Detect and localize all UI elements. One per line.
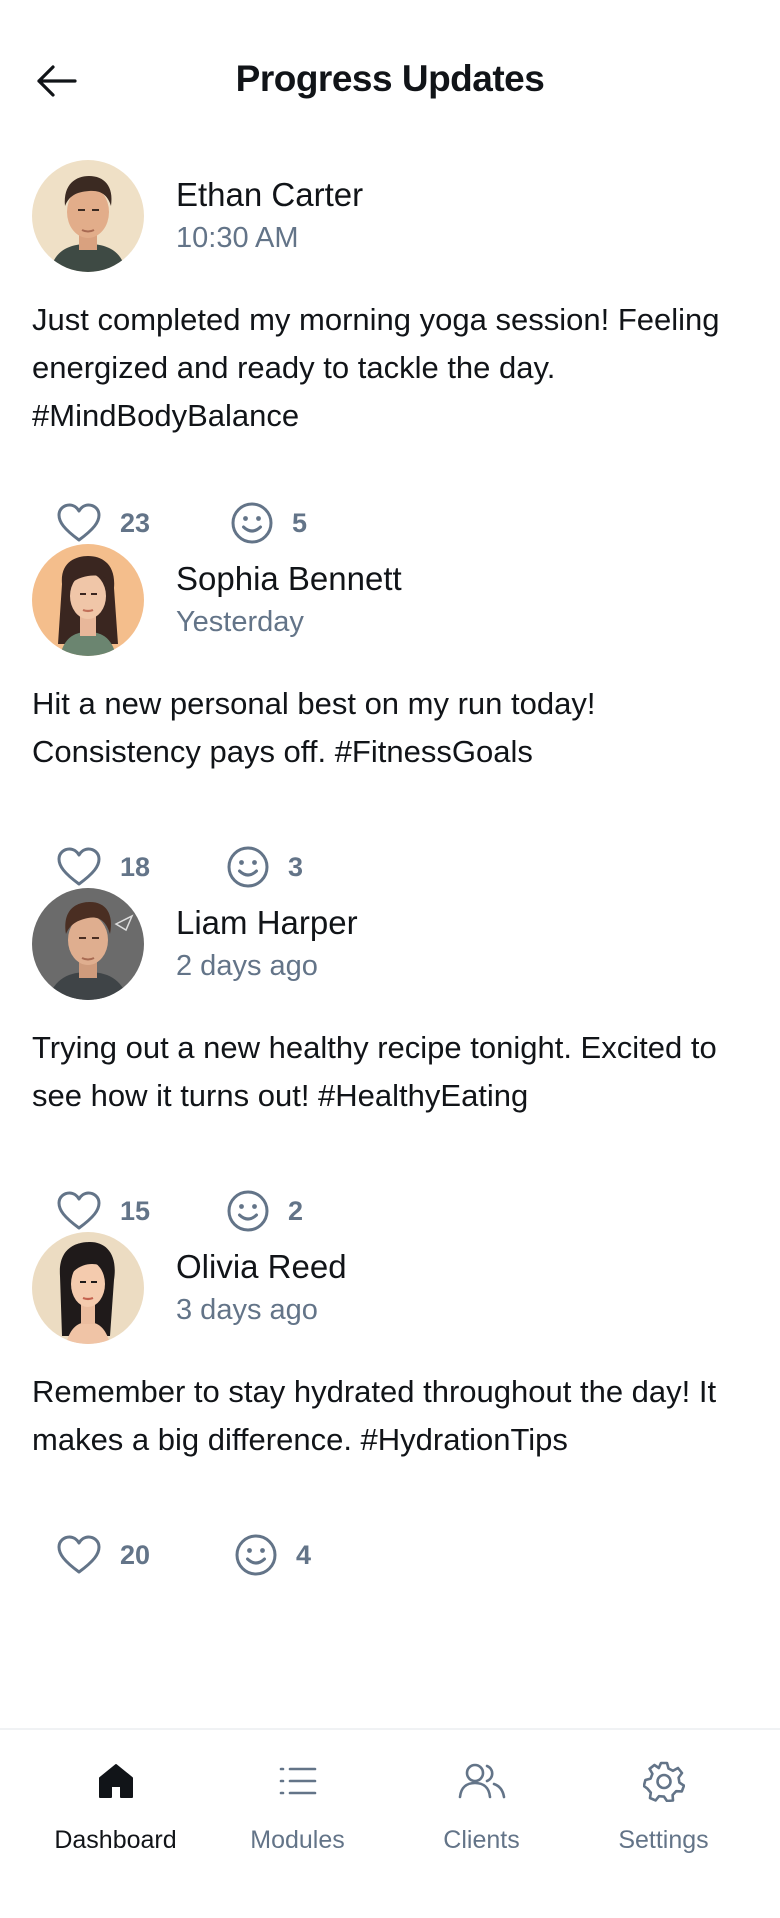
post-time: 3 days ago [176, 1294, 318, 1326]
post-text: Remember to stay hydrated throughout the… [32, 1374, 717, 1457]
react-button[interactable]: 2 [226, 1189, 303, 1233]
reaction-count: 2 [288, 1195, 304, 1226]
heart-icon [57, 503, 101, 542]
list-icon [279, 1767, 316, 1795]
post-text: Just completed my morning yoga session! … [32, 302, 720, 433]
post-card: Sophia Bennett Yesterday Hit a new perso… [0, 544, 780, 928]
post-text: Hit a new personal best on my run today!… [32, 686, 596, 769]
nav-label: Clients [443, 1826, 520, 1854]
author-name[interactable]: Olivia Reed [176, 1248, 347, 1286]
users-icon [458, 1763, 505, 1799]
author-name[interactable]: Ethan Carter [176, 176, 363, 214]
post-time: 2 days ago [176, 950, 318, 982]
reaction-count: 5 [292, 507, 308, 538]
like-count: 15 [120, 1195, 151, 1226]
top-bar: Progress Updates [0, 0, 780, 160]
home-icon [98, 1764, 133, 1798]
like-button[interactable]: 20 [56, 1534, 234, 1576]
nav-settings[interactable]: Settings [566, 1730, 761, 1880]
avatar[interactable] [32, 160, 144, 272]
heart-icon [57, 1535, 101, 1574]
nav-label: Settings [618, 1826, 709, 1854]
smile-icon [235, 1534, 277, 1576]
nav-label: Dashboard [54, 1826, 177, 1854]
post-time: 10:30 AM [176, 222, 299, 254]
avatar[interactable] [32, 1232, 144, 1344]
nav-label: Modules [250, 1826, 345, 1854]
reaction-count: 3 [288, 851, 304, 882]
avatar[interactable] [32, 888, 144, 1000]
post-card: Olivia Reed 3 days ago Remember to stay … [0, 1232, 780, 1616]
post-actions: 20 4 [56, 1530, 311, 1580]
heart-icon [57, 1191, 101, 1230]
post-card: Liam Harper 2 days ago Trying out a new … [0, 888, 780, 1272]
avatar[interactable] [32, 544, 144, 656]
like-count: 23 [120, 507, 151, 538]
like-button[interactable]: 18 [56, 846, 226, 888]
reaction-count: 4 [296, 1539, 312, 1570]
post-actions: 18 3 [56, 842, 303, 892]
react-button[interactable]: 4 [234, 1533, 311, 1577]
author-name[interactable]: Liam Harper [176, 904, 358, 942]
author-name[interactable]: Sophia Bennett [176, 560, 402, 598]
smile-icon [227, 846, 269, 888]
post-text: Trying out a new healthy recipe tonight.… [32, 1030, 717, 1113]
nav-modules[interactable]: Modules [200, 1730, 395, 1880]
like-count: 18 [120, 851, 151, 882]
post-feed: Ethan Carter 10:30 AM Just completed my … [0, 160, 780, 1616]
react-button[interactable]: 5 [230, 501, 307, 545]
post-card: Ethan Carter 10:30 AM Just completed my … [0, 160, 780, 544]
like-button[interactable]: 15 [56, 1190, 226, 1232]
bottom-nav: Dashboard Modules Clients Settings [0, 1728, 780, 1918]
post-time: Yesterday [176, 606, 304, 638]
heart-icon [57, 847, 101, 886]
nav-clients[interactable]: Clients [384, 1730, 579, 1880]
post-actions: 15 2 [56, 1186, 303, 1236]
smile-icon [231, 502, 273, 544]
page-title: Progress Updates [235, 58, 545, 99]
gear-icon [642, 1761, 685, 1802]
like-button[interactable]: 23 [56, 502, 230, 544]
post-actions: 23 5 [56, 498, 307, 548]
nav-dashboard[interactable]: Dashboard [18, 1730, 213, 1880]
smile-icon [227, 1190, 269, 1232]
react-button[interactable]: 3 [226, 845, 303, 889]
like-count: 20 [120, 1539, 151, 1570]
